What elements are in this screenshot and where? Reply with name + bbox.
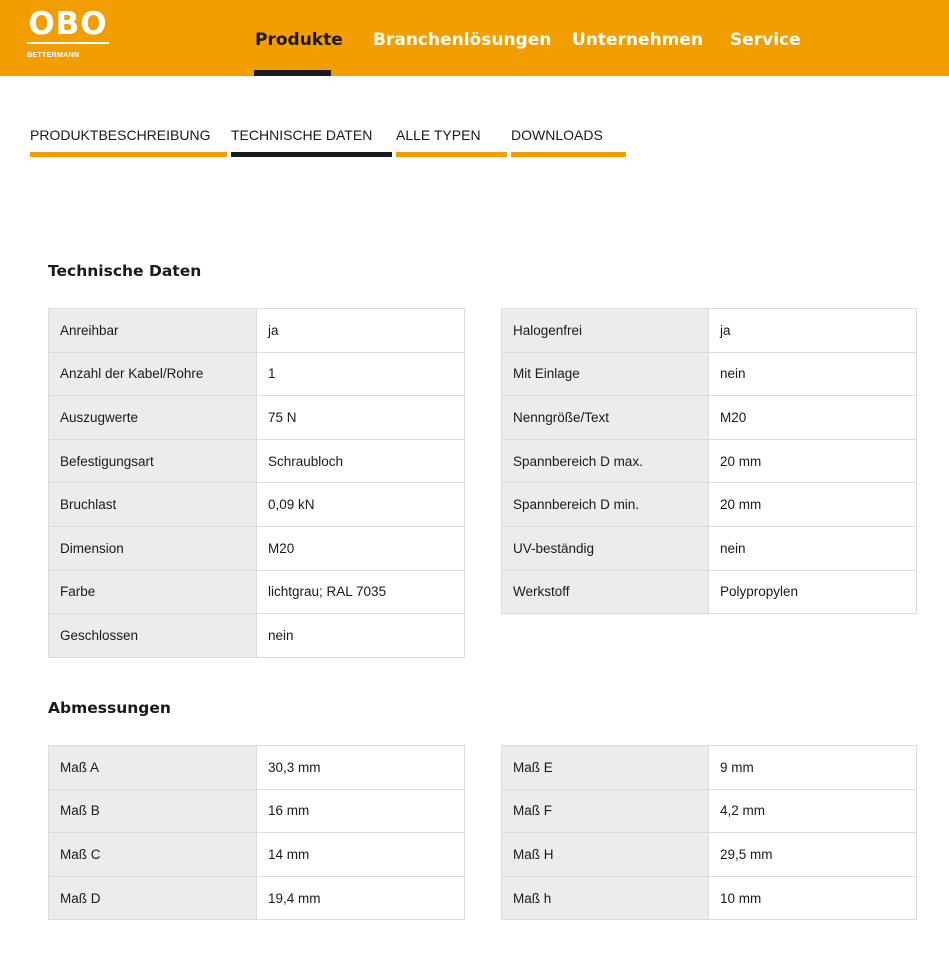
obo-bettermann-logo[interactable]: OBO BETTERMANN — [26, 7, 112, 63]
table-row: UV-beständig nein — [501, 525, 917, 571]
spec-key: Werkstoff — [501, 569, 709, 615]
tab-underline-downloads — [511, 152, 626, 157]
table-row: Nenngröße/Text M20 — [501, 395, 917, 440]
dimension-key: Maß F — [501, 788, 709, 834]
dimension-value: 30,3 mm — [256, 745, 465, 790]
dimension-key: Maß A — [48, 745, 257, 790]
spec-key: Spannbereich D max. — [501, 438, 709, 484]
spec-key: Mit Einlage — [501, 351, 709, 397]
table-row: Spannbereich D min. 20 mm — [501, 482, 917, 527]
table-row: Maß F 4,2 mm — [501, 788, 917, 834]
logo-subtitle: BETTERMANN — [27, 50, 80, 59]
nav-item-service[interactable]: Service — [730, 30, 801, 50]
table-row: Anzahl der Kabel/Rohre 1 — [48, 351, 465, 397]
nav-item-branchenloesungen[interactable]: Branchenlösungen — [373, 30, 551, 50]
dimension-key: Maß D — [48, 875, 257, 921]
spec-value: 20 mm — [708, 438, 917, 484]
spec-value: ja — [708, 308, 917, 353]
nav-item-unternehmen[interactable]: Unternehmen — [572, 30, 703, 50]
table-row: Halogenfrei ja — [501, 308, 917, 353]
table-row: Maß B 16 mm — [48, 788, 465, 834]
technische-daten-table-right: Halogenfrei ja Mit Einlage nein Nenngröße/… — [501, 308, 917, 615]
spec-key: Anzahl der Kabel/Rohre — [48, 351, 257, 397]
dimension-value: 19,4 mm — [256, 875, 465, 921]
spec-value: Polypropylen — [708, 569, 917, 615]
table-row: Dimension M20 — [48, 525, 465, 571]
table-row: Anreihbar ja — [48, 308, 465, 353]
spec-value: lichtgrau; RAL 7035 — [256, 569, 465, 615]
nav-item-produkte[interactable]: Produkte — [255, 30, 343, 50]
table-row: Spannbereich D max. 20 mm — [501, 438, 917, 484]
dimension-key: Maß H — [501, 832, 709, 877]
tab-underline-produktbeschreibung — [30, 152, 227, 157]
spec-value: M20 — [708, 395, 917, 440]
table-row: Maß C 14 mm — [48, 832, 465, 877]
table-row: Maß A 30,3 mm — [48, 745, 465, 790]
table-row: Maß H 29,5 mm — [501, 832, 917, 877]
dimension-value: 16 mm — [256, 788, 465, 834]
technische-daten-table-left: Anreihbar ja Anzahl der Kabel/Rohre 1 Ausz… — [48, 308, 465, 658]
spec-value: M20 — [256, 525, 465, 571]
dimension-key: Maß E — [501, 745, 709, 790]
spec-key: UV-beständig — [501, 525, 709, 571]
logo-divider — [27, 42, 109, 44]
table-row: Maß D 19,4 mm — [48, 875, 465, 921]
spec-key: Halogenfrei — [501, 308, 709, 353]
spec-value: 75 N — [256, 395, 465, 440]
spec-value: nein — [256, 613, 465, 658]
abmessungen-table-right: Maß E9 mm Maß F 4,2 mm Maß H 29,5 mm Maß h… — [501, 745, 917, 921]
table-row: Geschlossen nein — [48, 613, 465, 658]
spec-key: Dimension — [48, 525, 257, 571]
spec-key: Geschlossen — [48, 613, 257, 658]
spec-key: Befestigungsart — [48, 438, 257, 484]
tab-underline-technische-daten — [231, 152, 392, 157]
spec-value: nein — [708, 351, 917, 397]
tab-technische-daten[interactable]: TECHNISCHE DATEN — [231, 127, 372, 143]
spec-value: ja — [256, 308, 465, 353]
table-row: Werkstoff Polypropylen — [501, 569, 917, 615]
spec-key: Nenngröße/Text — [501, 395, 709, 440]
tab-alle-typen[interactable]: ALLE TYPEN — [396, 127, 481, 143]
table-row: Befestigungsart Schraubloch — [48, 438, 465, 484]
abmessungen-table-left: Maß A 30,3 mm Maß B 16 mm Maß C 14 mm Maß D… — [48, 745, 465, 921]
dimension-key: Maß h — [501, 875, 709, 921]
table-row: Mit Einlage nein — [501, 351, 917, 397]
dimension-value: 29,5 mm — [708, 832, 917, 877]
spec-key: Farbe — [48, 569, 257, 615]
spec-key: Bruchlast — [48, 482, 257, 527]
spec-key: Auszugwerte — [48, 395, 257, 440]
logo-wordmark: OBO — [28, 6, 108, 42]
spec-value: Schraubloch — [256, 438, 465, 484]
table-row: Maß E9 mm — [501, 745, 917, 790]
spec-key: Spannbereich D min. — [501, 482, 709, 527]
table-row: Bruchlast 0,09 kN — [48, 482, 465, 527]
dimension-key: Maß C — [48, 832, 257, 877]
tab-downloads[interactable]: DOWNLOADS — [511, 127, 603, 143]
dimension-key: Maß B — [48, 788, 257, 834]
dimension-value: 9 mm — [708, 745, 917, 790]
spec-value: 20 mm — [708, 482, 917, 527]
spec-value: 0,09 kN — [256, 482, 465, 527]
spec-key: Anreihbar — [48, 308, 257, 353]
spec-value: 1 — [256, 351, 465, 397]
tab-produktbeschreibung[interactable]: PRODUKTBESCHREIBUNG — [30, 127, 210, 143]
spec-value: nein — [708, 525, 917, 571]
dimension-value: 10 mm — [708, 875, 917, 921]
site-header: OBO BETTERMANN Produkte Branchenlösungen… — [0, 0, 949, 76]
table-row: Maß h 10 mm — [501, 875, 917, 921]
section-title-technische-daten: Technische Daten — [48, 262, 202, 280]
tab-underline-alle-typen — [396, 152, 507, 157]
dimension-value: 14 mm — [256, 832, 465, 877]
table-row: Farbe lichtgrau; RAL 7035 — [48, 569, 465, 615]
table-row: Auszugwerte 75 N — [48, 395, 465, 440]
nav-active-indicator — [254, 70, 331, 76]
section-title-abmessungen: Abmessungen — [48, 699, 171, 717]
dimension-value: 4,2 mm — [708, 788, 917, 834]
